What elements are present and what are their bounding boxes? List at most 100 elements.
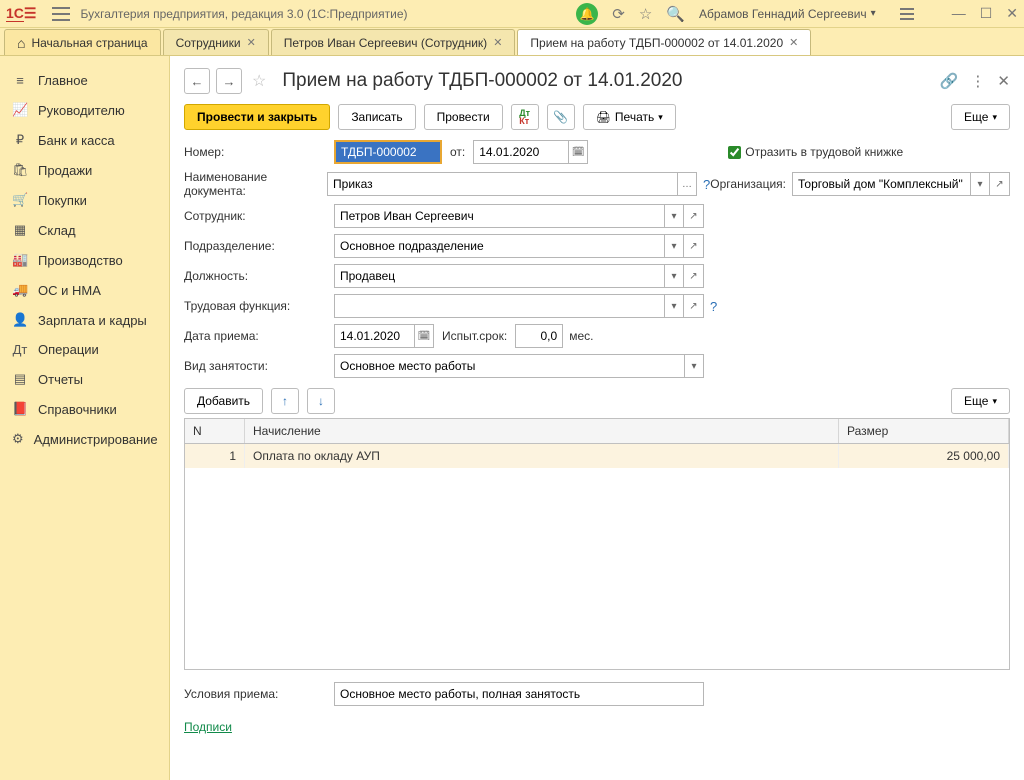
- department-field[interactable]: [334, 234, 664, 258]
- document-content: ← → Прием на работу ТДБП-000002 от 14.01…: [170, 56, 1024, 780]
- post-button[interactable]: Провести: [424, 104, 503, 130]
- chevron-down-icon: ▾: [871, 8, 876, 19]
- number-field[interactable]: [334, 140, 442, 164]
- table-row[interactable]: 1 Оплата по окладу АУП 25 000,00: [185, 444, 1009, 468]
- hire-date-field[interactable]: [334, 324, 414, 348]
- label-cond: Условия приема:: [184, 687, 334, 701]
- forward-button[interactable]: →: [216, 68, 242, 94]
- nav-os[interactable]: 🚚ОС и НМА: [0, 275, 169, 305]
- calendar-icon[interactable]: 🗓: [414, 324, 434, 348]
- search-icon[interactable]: 🔍: [666, 5, 685, 23]
- menu-icon[interactable]: [52, 7, 70, 21]
- attach-button[interactable]: 📎: [547, 104, 575, 130]
- label-employee: Сотрудник:: [184, 209, 334, 223]
- col-amount: Размер: [839, 419, 1009, 443]
- trial-field[interactable]: [515, 324, 563, 348]
- label-org: Организация:: [710, 177, 786, 191]
- username[interactable]: Абрамов Геннадий Сергеевич ▾: [699, 7, 876, 21]
- nav-production[interactable]: 🏭Производство: [0, 245, 169, 275]
- minimize-button[interactable]: —: [952, 5, 966, 22]
- label-number: Номер:: [184, 145, 334, 159]
- tab-employees[interactable]: Сотрудники ✕: [163, 29, 269, 55]
- label-labor: Трудовая функция:: [184, 299, 334, 313]
- calendar-icon[interactable]: 🗓: [568, 140, 588, 164]
- open-icon[interactable]: ↗: [990, 172, 1010, 196]
- close-button[interactable]: ✕: [1006, 5, 1018, 22]
- nav-admin[interactable]: ⚙Администрирование: [0, 424, 169, 454]
- home-icon: [17, 35, 25, 51]
- chevron-down-icon[interactable]: ▾: [684, 354, 704, 378]
- link-icon[interactable]: 🔗: [940, 72, 959, 90]
- chevron-down-icon[interactable]: ▾: [970, 172, 990, 196]
- reflect-checkbox[interactable]: Отразить в трудовой книжке: [728, 145, 903, 159]
- nav-reports[interactable]: ▤Отчеты: [0, 364, 169, 394]
- chevron-down-icon[interactable]: ▾: [664, 294, 684, 318]
- star-icon[interactable]: ☆: [639, 5, 652, 23]
- close-icon[interactable]: ✕: [493, 36, 502, 49]
- label-docname: Наименование документа:: [184, 170, 327, 198]
- signatures-link[interactable]: Подписи: [184, 720, 232, 734]
- help-icon[interactable]: ?: [710, 299, 717, 314]
- label-mes: мес.: [569, 329, 593, 343]
- history-icon[interactable]: ⟳: [612, 5, 625, 23]
- tab-home[interactable]: Начальная страница: [4, 29, 161, 55]
- accruals-table[interactable]: N Начисление Размер 1 Оплата по окладу А…: [184, 418, 1010, 670]
- sidebar: ≡Главное 📈Руководителю ₽Банк и касса 🛍Пр…: [0, 56, 170, 780]
- chevron-down-icon[interactable]: ▾: [664, 264, 684, 288]
- chevron-down-icon[interactable]: ▾: [664, 204, 684, 228]
- docname-field[interactable]: [327, 172, 677, 196]
- label-department: Подразделение:: [184, 239, 334, 253]
- label-hire-date: Дата приема:: [184, 329, 334, 343]
- nav-salary[interactable]: 👤Зарплата и кадры: [0, 305, 169, 335]
- nav-manager[interactable]: 📈Руководителю: [0, 95, 169, 125]
- more-icon[interactable]: ⋮: [970, 72, 985, 90]
- more-button[interactable]: Еще ▾: [951, 104, 1010, 130]
- col-n: N: [185, 419, 245, 443]
- close-icon[interactable]: ✕: [247, 36, 256, 49]
- open-icon[interactable]: ↗: [684, 264, 704, 288]
- table-more-button[interactable]: Еще ▾: [951, 388, 1010, 414]
- date-field[interactable]: [473, 140, 568, 164]
- cond-field[interactable]: [334, 682, 704, 706]
- page-title: Прием на работу ТДБП-000002 от 14.01.202…: [282, 70, 682, 92]
- app-title: Бухгалтерия предприятия, редакция 3.0 (1…: [80, 7, 576, 21]
- org-field[interactable]: [792, 172, 970, 196]
- nav-catalogs[interactable]: 📕Справочники: [0, 394, 169, 424]
- tab-employee-card[interactable]: Петров Иван Сергеевич (Сотрудник) ✕: [271, 29, 516, 55]
- move-up-button[interactable]: ↑: [271, 388, 299, 414]
- label-from: от:: [450, 145, 465, 159]
- maximize-button[interactable]: ☐: [980, 5, 993, 22]
- print-button[interactable]: 🖨 Печать ▾: [583, 104, 676, 130]
- add-row-button[interactable]: Добавить: [184, 388, 263, 414]
- emptype-field[interactable]: [334, 354, 684, 378]
- ellipsis-icon[interactable]: …: [677, 172, 697, 196]
- favorite-icon[interactable]: [252, 71, 266, 91]
- move-down-button[interactable]: ↓: [307, 388, 335, 414]
- nav-warehouse[interactable]: ▦Склад: [0, 215, 169, 245]
- menu2-icon[interactable]: [900, 8, 914, 20]
- close-icon[interactable]: ✕: [789, 36, 798, 49]
- help-icon[interactable]: ?: [703, 177, 710, 192]
- bell-icon[interactable]: 🔔: [576, 3, 598, 25]
- open-icon[interactable]: ↗: [684, 294, 704, 318]
- position-field[interactable]: [334, 264, 664, 288]
- label-trial: Испыт.срок:: [442, 329, 507, 343]
- save-button[interactable]: Записать: [338, 104, 415, 130]
- label-position: Должность:: [184, 269, 334, 283]
- nav-purchases[interactable]: 🛒Покупки: [0, 185, 169, 215]
- nav-main[interactable]: ≡Главное: [0, 66, 169, 95]
- logo-1c: 1C☰: [6, 5, 36, 22]
- open-icon[interactable]: ↗: [684, 204, 704, 228]
- nav-sales[interactable]: 🛍Продажи: [0, 155, 169, 185]
- labor-field[interactable]: [334, 294, 664, 318]
- close-doc-icon[interactable]: ✕: [997, 72, 1010, 90]
- tab-hire-doc[interactable]: Прием на работу ТДБП-000002 от 14.01.202…: [517, 29, 811, 55]
- employee-field[interactable]: [334, 204, 664, 228]
- nav-bank[interactable]: ₽Банк и касса: [0, 125, 169, 155]
- nav-operations[interactable]: ДтОперации: [0, 335, 169, 364]
- back-button[interactable]: ←: [184, 68, 210, 94]
- dtkt-button[interactable]: ДтКт: [511, 104, 539, 130]
- post-close-button[interactable]: Провести и закрыть: [184, 104, 330, 130]
- chevron-down-icon[interactable]: ▾: [664, 234, 684, 258]
- open-icon[interactable]: ↗: [684, 234, 704, 258]
